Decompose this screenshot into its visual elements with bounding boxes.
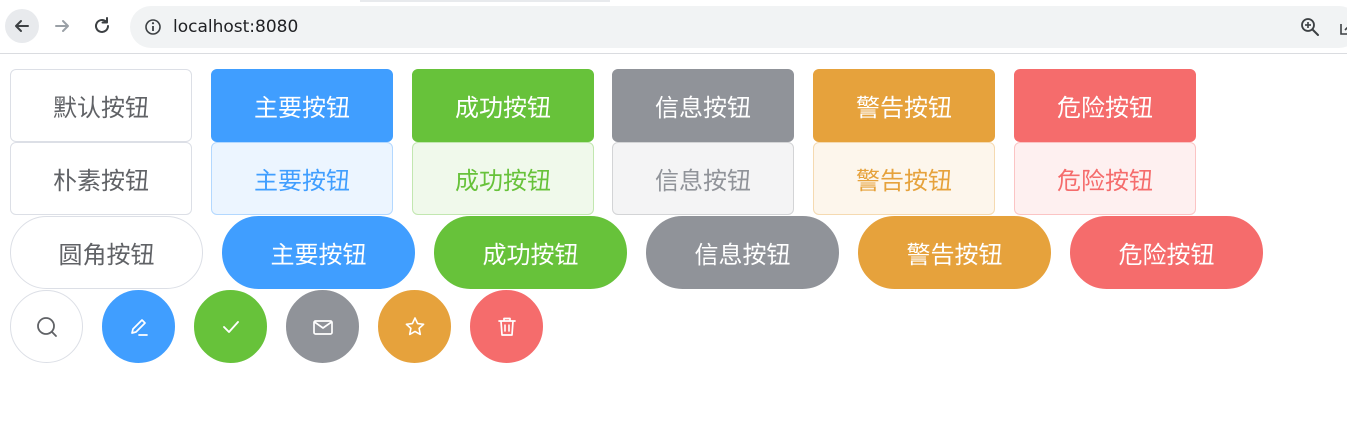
button-label: 默认按钮	[53, 94, 149, 122]
reload-button[interactable]	[85, 9, 119, 43]
button-label: 圆角按钮	[58, 241, 155, 269]
button-label: 危险按钮	[1118, 241, 1215, 269]
delete-button[interactable]	[470, 290, 543, 363]
round-warning-button[interactable]: 警告按钮	[858, 216, 1051, 289]
danger-button[interactable]: 危险按钮	[1014, 69, 1196, 142]
browser-toolbar: localhost:8080	[0, 0, 1347, 54]
button-label: 成功按钮	[482, 241, 579, 269]
address-bar[interactable]: localhost:8080	[130, 6, 1347, 48]
tab-strip-edge	[360, 0, 610, 2]
round-danger-button[interactable]: 危险按钮	[1070, 216, 1263, 289]
button-label: 成功按钮	[455, 167, 551, 195]
message-button[interactable]	[286, 290, 359, 363]
button-label: 主要按钮	[270, 241, 367, 269]
arrow-left-icon	[15, 20, 29, 32]
button-label: 朴素按钮	[53, 167, 149, 195]
info-button[interactable]: 信息按钮	[612, 69, 794, 142]
edit-button[interactable]	[102, 290, 175, 363]
button-label: 警告按钮	[906, 241, 1003, 269]
button-label: 主要按钮	[254, 167, 350, 195]
round-success-button[interactable]: 成功按钮	[434, 216, 627, 289]
search-icon	[36, 316, 57, 337]
button-label: 信息按钮	[655, 167, 751, 195]
delete-icon	[497, 317, 516, 336]
back-button[interactable]	[5, 9, 39, 43]
plain-primary-button[interactable]: 主要按钮	[211, 142, 393, 215]
primary-button[interactable]: 主要按钮	[211, 69, 393, 142]
button-label: 警告按钮	[856, 167, 952, 195]
round-primary-button[interactable]: 主要按钮	[222, 216, 415, 289]
button-label: 危险按钮	[1057, 167, 1153, 195]
round-default-button[interactable]: 圆角按钮	[10, 216, 203, 289]
site-info-icon[interactable]	[144, 18, 162, 36]
star-button[interactable]	[378, 290, 451, 363]
button-label: 主要按钮	[254, 94, 350, 122]
reload-icon	[95, 17, 109, 33]
zoom-icon[interactable]	[1299, 16, 1321, 38]
check-button[interactable]	[194, 290, 267, 363]
warning-button[interactable]: 警告按钮	[813, 69, 995, 142]
plain-danger-button[interactable]: 危险按钮	[1014, 142, 1196, 215]
button-label: 危险按钮	[1057, 94, 1153, 122]
forward-button[interactable]	[45, 9, 79, 43]
message-icon	[312, 319, 333, 335]
plain-default-button[interactable]: 朴素按钮	[10, 142, 192, 215]
star-icon	[405, 316, 424, 335]
url-text[interactable]: localhost:8080	[173, 17, 298, 37]
round-info-button[interactable]: 信息按钮	[646, 216, 839, 289]
search-button[interactable]	[10, 290, 83, 363]
share-icon[interactable]	[1337, 16, 1347, 38]
plain-success-button[interactable]: 成功按钮	[412, 142, 594, 215]
plain-warning-button[interactable]: 警告按钮	[813, 142, 995, 215]
edit-icon	[130, 318, 148, 336]
default-button[interactable]: 默认按钮	[10, 69, 192, 142]
success-button[interactable]: 成功按钮	[412, 69, 594, 142]
check-icon	[222, 320, 239, 333]
button-label: 信息按钮	[694, 241, 791, 269]
plain-info-button[interactable]: 信息按钮	[612, 142, 794, 215]
button-label: 成功按钮	[455, 94, 551, 122]
button-label: 警告按钮	[856, 94, 952, 122]
arrow-right-icon	[55, 20, 69, 32]
button-label: 信息按钮	[655, 94, 751, 122]
